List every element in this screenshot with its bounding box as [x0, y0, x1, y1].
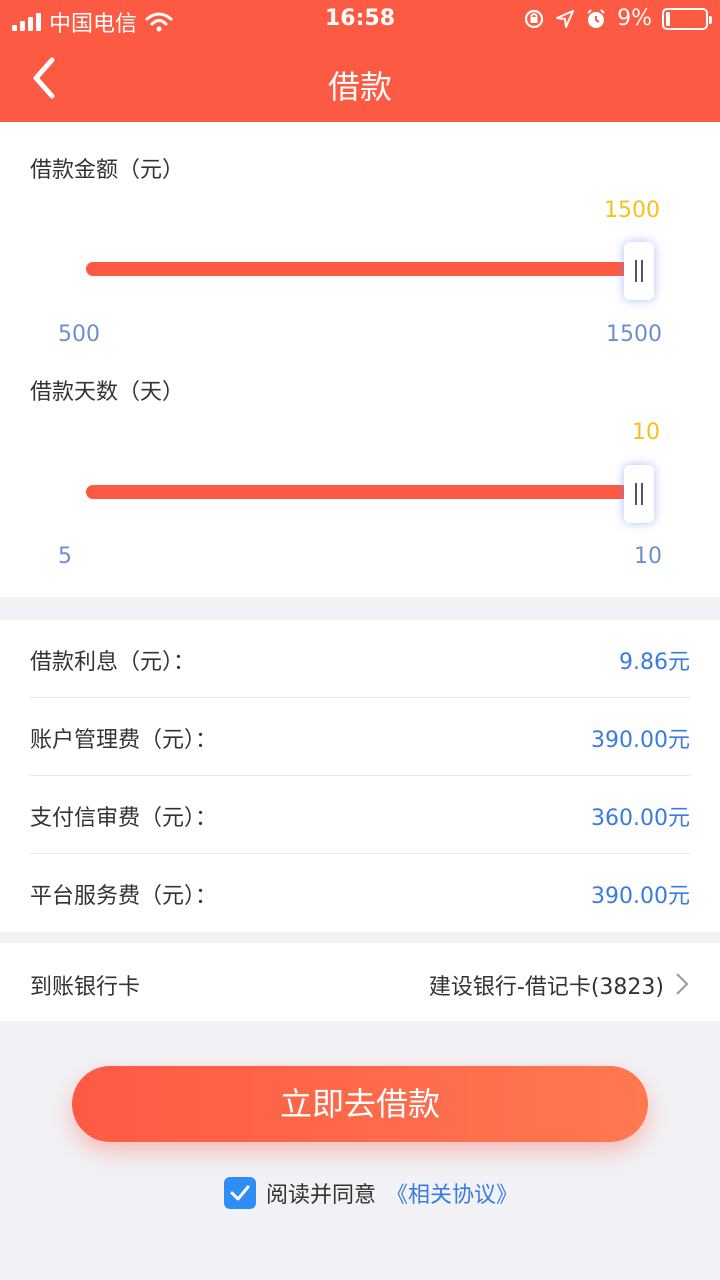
- page-title: 借款: [327, 68, 392, 106]
- nav-bar: 借款: [0, 40, 720, 122]
- battery-percent: 9%: [617, 6, 652, 31]
- status-bar: 中国电信 16:58 9%: [0, 0, 720, 40]
- alarm-icon: [587, 8, 605, 28]
- battery-icon: [662, 7, 712, 30]
- borrow-now-button[interactable]: 立即去借款: [72, 1066, 648, 1142]
- days-min: 5: [58, 544, 72, 569]
- amount-slider-track[interactable]: [86, 262, 642, 276]
- fee-row-interest: 借款利息（元）： 9.86元: [30, 620, 690, 698]
- amount-value: 1500: [604, 198, 660, 223]
- fee-label: 支付信审费（元）：: [30, 806, 218, 831]
- days-value: 10: [632, 420, 660, 445]
- fee-label: 账户管理费（元）：: [30, 728, 218, 753]
- amount-min: 500: [58, 322, 100, 347]
- fee-row-credit-review: 支付信审费（元）： 360.00元: [30, 776, 690, 854]
- bank-value: 建设银行-借记卡(3823): [428, 975, 664, 1000]
- fee-row-account-management: 账户管理费（元）： 390.00元: [30, 698, 690, 776]
- fee-row-platform-service: 平台服务费（元）： 390.00元: [30, 854, 690, 932]
- app-header: 中国电信 16:58 9% 借款: [0, 0, 720, 122]
- fee-label: 借款利息（元）：: [30, 650, 196, 675]
- days-label: 借款天数（天）: [30, 380, 185, 405]
- fee-details-card: 借款利息（元）： 9.86元 账户管理费（元）： 390.00元 支付信审费（元…: [0, 620, 720, 932]
- days-slider-handle[interactable]: [624, 465, 654, 523]
- chevron-right-icon: [676, 973, 689, 995]
- amount-slider-handle[interactable]: [624, 242, 654, 300]
- agreement-link[interactable]: 《相关协议》: [386, 1177, 518, 1209]
- days-max: 10: [634, 544, 662, 569]
- days-slider-track[interactable]: [86, 485, 642, 499]
- fee-value: 390.00元: [591, 728, 690, 753]
- amount-label: 借款金额（元）: [30, 158, 185, 183]
- fee-value: 360.00元: [591, 806, 690, 831]
- fee-value: 9.86元: [619, 650, 690, 675]
- bank-label: 到账银行卡: [30, 975, 141, 1000]
- amount-max: 1500: [606, 322, 662, 347]
- fee-value: 390.00元: [591, 884, 690, 909]
- rotation-lock-icon: [524, 9, 544, 28]
- agree-checkbox[interactable]: [224, 1177, 256, 1209]
- checkmark-icon: [230, 1185, 250, 1201]
- location-icon: [556, 9, 575, 28]
- fee-label: 平台服务费（元）：: [30, 884, 218, 909]
- status-right: 9%: [523, 6, 712, 31]
- bank-card-row[interactable]: 到账银行卡 建设银行-借记卡(3823): [0, 943, 720, 1021]
- agreement-row: 阅读并同意 《相关协议》: [224, 1176, 518, 1210]
- agree-text: 阅读并同意: [266, 1183, 377, 1208]
- loan-sliders-card: 借款金额（元） 1500 500 1500 借款天数（天） 10 5 10: [0, 122, 720, 597]
